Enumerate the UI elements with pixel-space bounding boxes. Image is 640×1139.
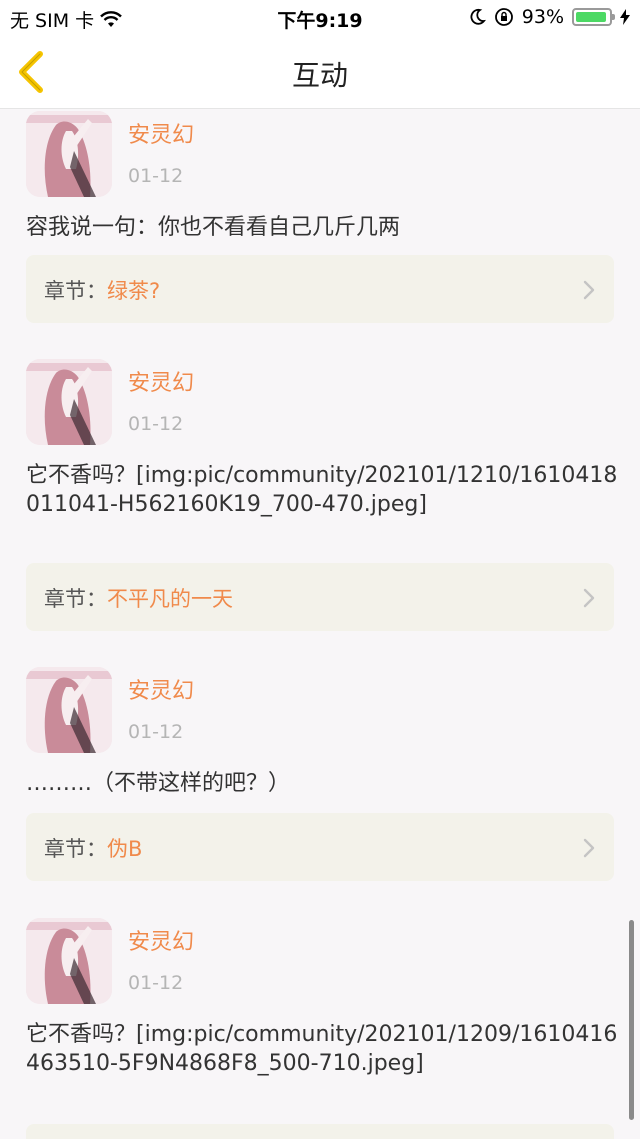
battery-percent: 93%	[521, 6, 564, 28]
comment-text: 它不香吗？[img:pic/community/202101/1209/1610…	[26, 1022, 618, 1076]
chapter-prefix: 章节：	[44, 279, 107, 303]
chapter-name: 绿茶?	[107, 279, 161, 303]
chapter-prefix: 章节：	[44, 587, 107, 611]
comment-date: 01-12	[128, 165, 184, 187]
charging-bolt-icon	[620, 9, 630, 25]
comment-list[interactable]: 安灵幻 01-12 容我说一句：你也不看看自己几斤几两 章节：绿茶? 安灵幻 0…	[0, 109, 640, 1139]
chevron-right-icon	[583, 280, 595, 300]
username[interactable]: 安灵幻	[128, 117, 194, 149]
chapter-link[interactable]: 章节：不平凡的一天	[26, 563, 614, 631]
comment-date: 01-12	[128, 972, 184, 994]
username[interactable]: 安灵幻	[128, 673, 194, 705]
chapter-link[interactable]	[26, 1124, 614, 1139]
chapter-link[interactable]: 章节：伪B	[26, 813, 614, 881]
avatar-anime-girl-icon	[26, 359, 112, 445]
avatar-anime-girl-icon	[26, 111, 112, 197]
rotation-lock-icon	[494, 8, 513, 26]
battery-fill	[576, 12, 606, 22]
battery-icon	[572, 8, 615, 26]
chevron-right-icon	[583, 838, 595, 858]
username[interactable]: 安灵幻	[128, 365, 194, 397]
comment-text: ………（不带这样的吧？）	[26, 771, 291, 796]
chapter-label: 章节：绿茶?	[44, 275, 160, 305]
comment-date: 01-12	[128, 721, 184, 743]
avatar-anime-girl-icon	[26, 918, 112, 1004]
chevron-right-icon	[583, 588, 595, 608]
moon-icon	[470, 8, 486, 25]
comment-text: 它不香吗？[img:pic/community/202101/1210/1610…	[26, 463, 618, 517]
comment-text: 容我说一句：你也不看看自己几斤几两	[26, 215, 401, 240]
chapter-link[interactable]: 章节：绿茶?	[26, 255, 614, 323]
username[interactable]: 安灵幻	[128, 924, 194, 956]
comment-date: 01-12	[128, 413, 184, 435]
status-right: 93%	[468, 6, 630, 28]
avatar-anime-girl-icon	[26, 667, 112, 753]
chapter-prefix: 章节：	[44, 837, 107, 861]
page-title: 互动	[291, 59, 348, 92]
avatar[interactable]	[26, 359, 112, 445]
chapter-name: 不平凡的一天	[107, 587, 233, 611]
status-bar: 无 SIM 卡 下午9:19 93%	[0, 0, 640, 36]
avatar[interactable]	[26, 111, 112, 197]
avatar[interactable]	[26, 667, 112, 753]
chapter-label: 章节：不平凡的一天	[44, 583, 233, 613]
chapter-label: 章节：伪B	[44, 833, 142, 863]
scrollbar[interactable]	[629, 920, 634, 1120]
avatar[interactable]	[26, 918, 112, 1004]
nav-bar: 互动	[0, 36, 640, 109]
chapter-name: 伪B	[107, 837, 143, 861]
